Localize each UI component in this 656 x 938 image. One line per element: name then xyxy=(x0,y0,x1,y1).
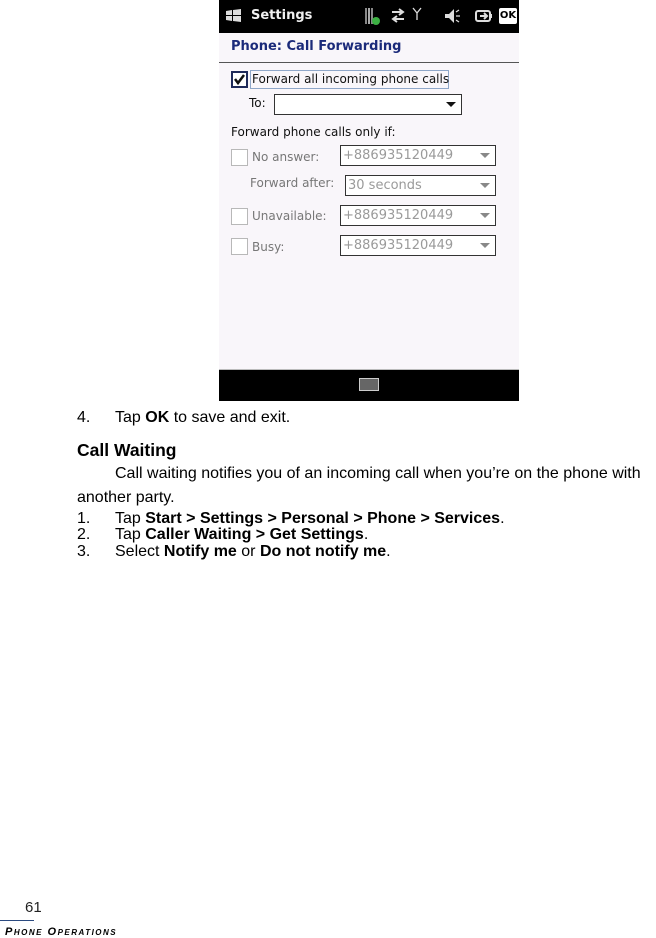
chevron-down-icon xyxy=(480,153,490,158)
speaker-icon[interactable] xyxy=(443,6,461,26)
unavailable-checkbox[interactable] xyxy=(231,208,248,225)
step-text: Tap OK to save and exit. xyxy=(115,409,290,427)
busy-checkbox[interactable] xyxy=(231,238,248,255)
header-divider xyxy=(219,62,519,63)
text: . xyxy=(363,526,369,543)
step-number: 3. xyxy=(77,543,91,560)
step-text: Select Notify me or Do not notify me. xyxy=(115,543,391,561)
ok-button[interactable]: OK xyxy=(499,8,517,24)
page-number: 61 xyxy=(25,899,42,916)
text: Tap xyxy=(115,510,146,527)
title-bar: Settings OK xyxy=(219,0,519,33)
chevron-down-icon xyxy=(446,102,456,107)
windows-start-icon[interactable] xyxy=(225,8,243,24)
text: Tap xyxy=(115,526,146,543)
app-title: Settings xyxy=(251,8,313,23)
forward-after-label: Forward after: xyxy=(250,176,335,190)
to-dropdown[interactable] xyxy=(274,94,462,115)
bold-text: Notify me xyxy=(163,543,237,560)
signal-bars-icon[interactable] xyxy=(364,6,380,26)
footer-divider xyxy=(0,920,34,921)
unavailable-dropdown[interactable]: +886935120449 xyxy=(340,205,496,226)
battery-icon[interactable] xyxy=(474,6,494,26)
text: to save and exit. xyxy=(169,409,291,426)
busy-dropdown[interactable]: +886935120449 xyxy=(340,235,496,256)
busy-label: Busy: xyxy=(252,240,285,254)
text: Tap xyxy=(115,409,146,426)
unavailable-label: Unavailable: xyxy=(252,209,327,223)
text: or xyxy=(236,543,260,560)
antenna-icon[interactable] xyxy=(412,4,422,24)
paragraph-line-1: Call waiting notifies you of an incoming… xyxy=(115,465,641,482)
no-answer-value: +886935120449 xyxy=(343,148,454,163)
phone-screenshot: Settings OK Phone: Call Forwarding Forwa… xyxy=(219,0,519,401)
keyboard-icon[interactable] xyxy=(359,378,379,391)
busy-value: +886935120449 xyxy=(343,238,454,253)
text: . xyxy=(500,510,505,527)
bold-text: Do not notify me xyxy=(259,543,387,560)
chevron-down-icon xyxy=(480,183,490,188)
chevron-down-icon xyxy=(480,213,490,218)
unavailable-value: +886935120449 xyxy=(343,208,454,223)
bold-text: Caller Waiting > Get Settings xyxy=(145,526,364,543)
forward-all-checkbox[interactable] xyxy=(231,71,248,88)
section-heading: Call Waiting xyxy=(77,440,177,460)
checkmark-icon xyxy=(234,74,245,86)
paragraph-line-2: another party. xyxy=(77,489,175,506)
no-answer-label: No answer: xyxy=(252,150,320,164)
section-label: Forward phone calls only if: xyxy=(231,125,396,139)
step-number: 2. xyxy=(77,526,91,543)
page-title: Phone: Call Forwarding xyxy=(231,39,402,54)
no-answer-dropdown[interactable]: +886935120449 xyxy=(340,145,496,166)
chevron-down-icon xyxy=(480,243,490,248)
step-text: Tap Caller Waiting > Get Settings. xyxy=(115,526,368,544)
to-label: To: xyxy=(249,96,266,110)
forward-after-dropdown[interactable]: 30 seconds xyxy=(345,175,496,196)
forward-after-value: 30 seconds xyxy=(348,178,422,193)
bold-text: Start > Settings > Personal > Phone > Se… xyxy=(145,510,501,527)
text: Select xyxy=(115,543,164,560)
step-number: 4. xyxy=(77,409,91,426)
forward-all-label[interactable]: Forward all incoming phone calls xyxy=(252,72,449,86)
soft-key-bar xyxy=(219,369,519,401)
no-answer-checkbox[interactable] xyxy=(231,149,248,166)
bold-text: OK xyxy=(145,409,170,426)
data-transfer-icon[interactable] xyxy=(389,6,407,26)
text: . xyxy=(386,543,391,560)
footer-section-title: Phone Operations xyxy=(5,926,118,938)
